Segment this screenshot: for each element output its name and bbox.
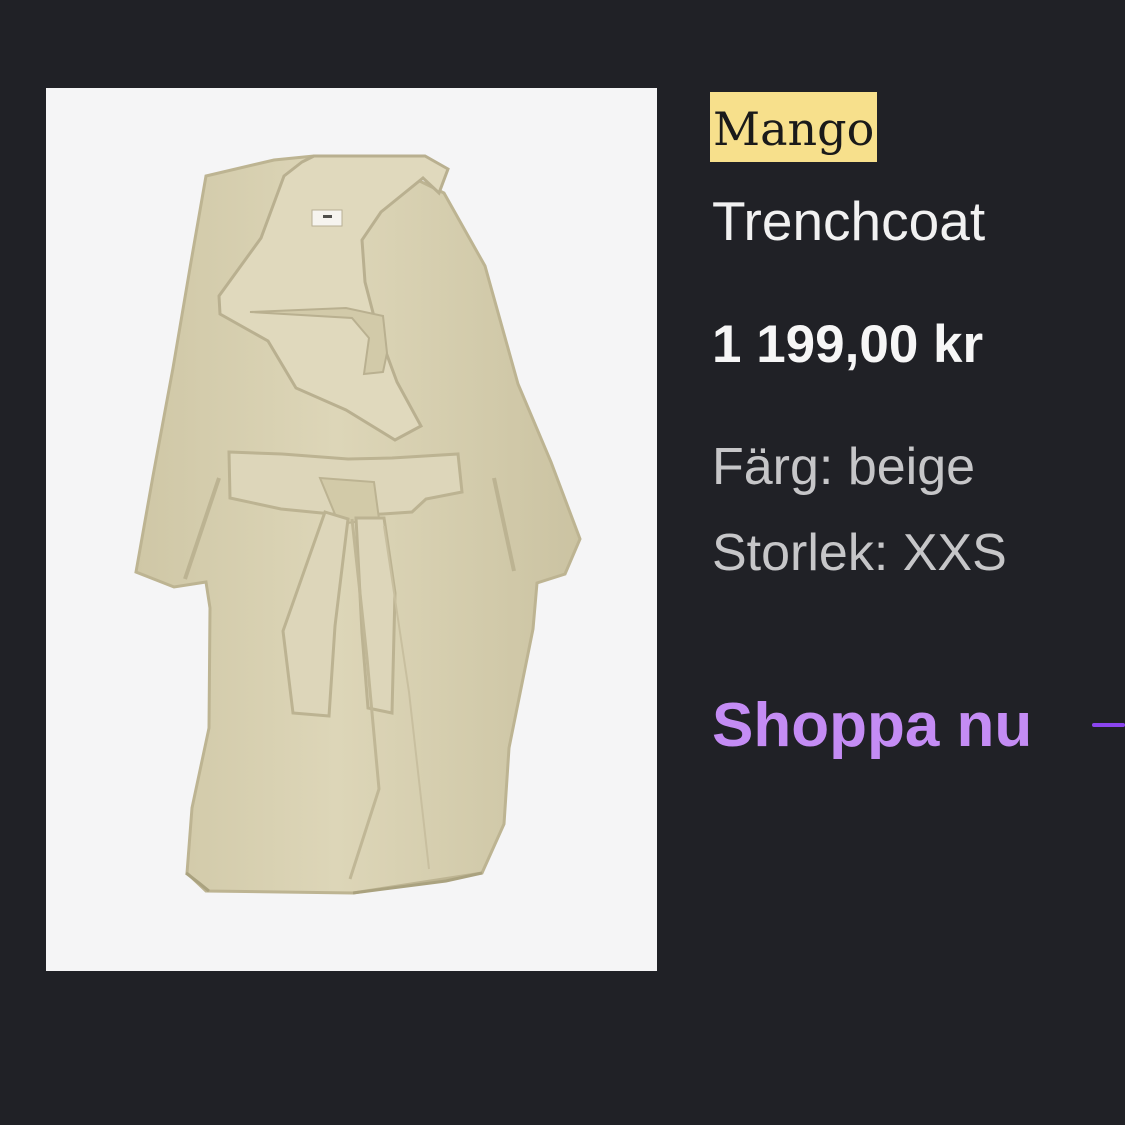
product-card: Mango Trenchcoat 1 199,00 kr Färg: beige… — [0, 0, 1125, 1125]
product-name: Trenchcoat — [712, 190, 986, 252]
trenchcoat-image — [134, 154, 582, 895]
product-size: Storlek: XXS — [712, 524, 1007, 582]
arrow-right-icon — [1092, 723, 1125, 727]
product-color: Färg: beige — [712, 438, 976, 496]
brand-name: Mango — [710, 92, 878, 162]
product-price: 1 199,00 kr — [712, 315, 984, 374]
shop-now-label: Shoppa nu — [712, 691, 1033, 760]
shop-now-link[interactable]: Shoppa nu — [712, 690, 1125, 762]
product-image[interactable] — [46, 88, 657, 971]
